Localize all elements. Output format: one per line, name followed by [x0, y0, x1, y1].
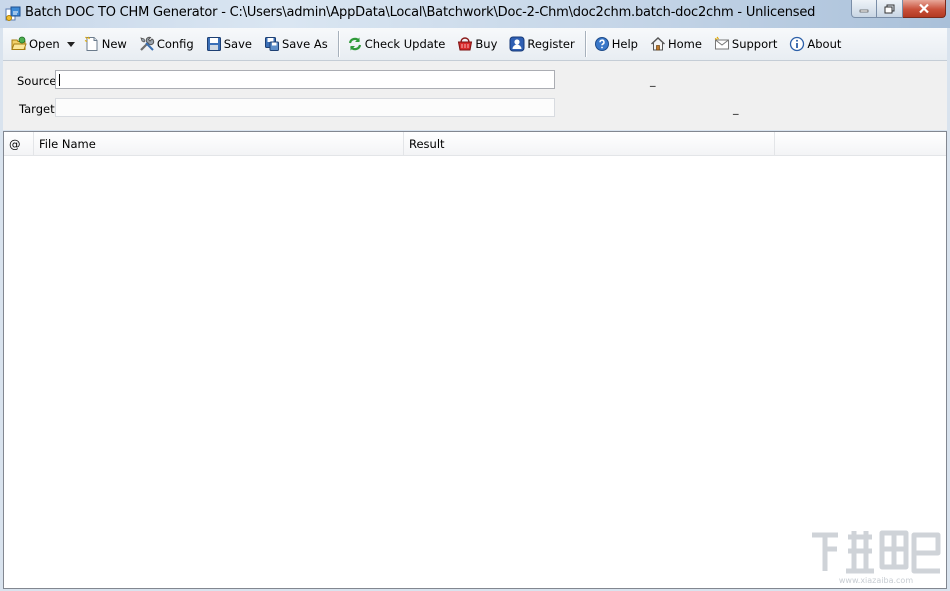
- help-button[interactable]: Help: [591, 32, 641, 56]
- config-label: Config: [156, 37, 194, 51]
- save-as-label: Save As: [281, 37, 328, 51]
- save-as-icon: [264, 37, 279, 51]
- column-header-filler: [775, 132, 946, 155]
- maximize-button[interactable]: [877, 0, 903, 18]
- target-input[interactable]: [55, 98, 555, 117]
- user-icon: [509, 36, 525, 52]
- check-update-label: Check Update: [364, 37, 446, 51]
- new-document-icon: [84, 36, 98, 51]
- target-hint: _: [733, 102, 739, 115]
- help-label: Help: [611, 37, 638, 51]
- home-icon: [650, 37, 665, 51]
- shopping-basket-icon: [458, 37, 473, 51]
- config-button[interactable]: Config: [136, 32, 197, 56]
- support-button[interactable]: Support: [711, 32, 780, 56]
- buy-button[interactable]: Buy: [454, 32, 500, 56]
- minimize-button[interactable]: [851, 0, 877, 18]
- envelope-icon: [714, 36, 729, 50]
- toolbar: Open New Config Save Save As Check Updat…: [3, 28, 947, 61]
- file-list[interactable]: @ File Name Result: [3, 131, 947, 589]
- close-button[interactable]: [903, 0, 946, 18]
- open-folder-icon: [11, 36, 27, 50]
- tools-icon: [140, 36, 154, 51]
- column-header-result[interactable]: Result: [404, 132, 775, 155]
- toolbar-separator: [337, 31, 340, 57]
- help-icon: [594, 37, 609, 51]
- open-button[interactable]: Open: [8, 32, 63, 56]
- home-label: Home: [667, 37, 702, 51]
- save-label: Save: [223, 37, 252, 51]
- about-label: About: [807, 37, 842, 51]
- buy-label: Buy: [475, 37, 498, 51]
- options-panel: Source _ Target _: [3, 61, 947, 130]
- watermark-text: www.xiazaiba.com: [839, 576, 913, 585]
- list-header: @ File Name Result: [4, 132, 946, 156]
- app-icon: [5, 6, 21, 21]
- toolbar-separator: [584, 31, 587, 57]
- info-icon: [790, 36, 805, 52]
- chevron-down-icon: [66, 41, 75, 47]
- home-button[interactable]: Home: [647, 32, 705, 56]
- source-hint: _: [650, 74, 656, 87]
- text-caret: [59, 74, 60, 86]
- refresh-icon: [348, 37, 361, 51]
- new-button[interactable]: New: [81, 32, 130, 56]
- save-button[interactable]: Save: [203, 32, 255, 56]
- source-input[interactable]: [55, 70, 555, 89]
- caption-buttons: [851, 0, 946, 20]
- restore-icon: [884, 4, 895, 13]
- support-label: Support: [731, 37, 778, 51]
- window-title: Batch DOC TO CHM Generator - C:\Users\ad…: [25, 5, 816, 20]
- column-header-file-name[interactable]: File Name: [34, 132, 404, 155]
- close-icon: [919, 3, 929, 14]
- title-bar[interactable]: Batch DOC TO CHM Generator - C:\Users\ad…: [0, 0, 950, 28]
- source-label: Source: [17, 74, 57, 88]
- about-button[interactable]: About: [786, 32, 844, 56]
- open-dropdown-button[interactable]: [65, 32, 77, 56]
- floppy-disk-icon: [206, 37, 221, 51]
- app-window: Batch DOC TO CHM Generator - C:\Users\ad…: [0, 0, 950, 591]
- check-update-button[interactable]: Check Update: [344, 32, 449, 56]
- register-button[interactable]: Register: [506, 32, 577, 56]
- target-label: Target: [19, 102, 55, 116]
- new-label: New: [101, 37, 127, 51]
- watermark-logo: www.xiazaiba.com: [812, 530, 941, 585]
- open-label: Open: [29, 37, 60, 51]
- minimize-icon: [859, 9, 869, 12]
- save-as-button[interactable]: Save As: [261, 32, 331, 56]
- column-header-status[interactable]: @: [4, 132, 34, 155]
- register-label: Register: [527, 37, 575, 51]
